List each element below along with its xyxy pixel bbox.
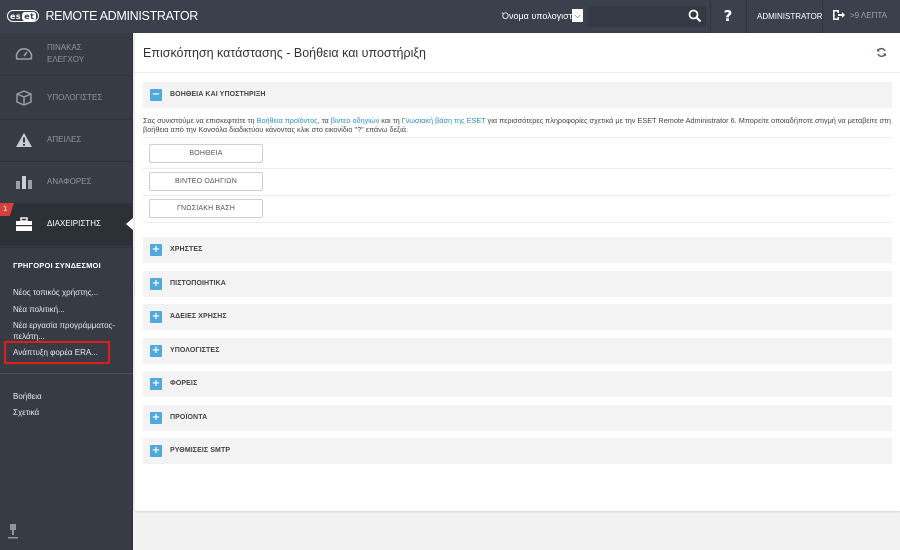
search-scope-label: Όνομα υπολογιστή [502,11,578,21]
sidebar-link-help[interactable]: Βοήθεια [13,391,123,402]
video-tutorials-link[interactable]: βίντεο οδηγιών [331,116,379,125]
sidebar-item-reports[interactable]: ΑΝΑΦΟΡΕΣ [0,161,133,204]
section-label: ΒΟΗΘΕΙΑ ΚΑΙ ΥΠΟΣΤΗΡΙΞΗ [170,91,266,98]
computers-cube-icon [14,88,34,108]
divider [143,222,892,223]
intro-text: Σας συνιστούμε να επισκεφτείτε τη [143,116,257,125]
sidebar-item-label: ΑΠΕΙΛΕΣ [47,135,82,144]
divider [746,0,747,33]
quick-link-new-local-user[interactable]: Νέος τοπικός χρήστης... [13,287,123,298]
reports-bar-icon [14,172,34,192]
quick-link-new-policy[interactable]: Νέα πολιτική... [13,304,123,315]
quick-links-title: ΓΡΗΓΟΡΟΙ ΣΥΝΔΕΣΜΟΙ [13,261,101,270]
expand-icon[interactable]: + [150,378,162,390]
active-pointer [126,218,133,230]
top-bar: es et REMOTE ADMINISTRATOR Όνομα υπολογισ… [0,0,900,33]
sidebar-item-label: ΑΝΑΦΟΡΕΣ [47,177,92,186]
sidebar-item-computers[interactable]: ΥΠΟΛΟΓΙΣΤΕΣ [0,77,133,120]
intro-text: , τα [317,116,331,125]
search-scope-dropdown[interactable]: ⌵ [572,9,583,22]
app-title: REMOTE ADMINISTRATOR [45,9,199,23]
divider [0,247,133,248]
section-products[interactable]: + ΠΡΟΪΟΝΤΑ [143,405,892,431]
section-label: ΆΔΕΙΕΣ ΧΡΗΣΗΣ [170,313,227,320]
quick-link-new-client-task[interactable]: Νέα εργασία προγράμματος-πελάτη... [13,320,123,342]
sidebar-item-label: ΔΙΑΧΕΙΡΙΣΤΗΣ [47,219,101,228]
help-button[interactable]: ? [718,7,738,25]
section-label: ΠΙΣΤΟΠΟΙΗΤΙΚΑ [170,280,226,287]
help-intro-text: Σας συνιστούμε να επισκεφτείτε τη Βοήθει… [143,116,892,134]
sidebar-item-dashboard[interactable]: ΠΙΝΑΚΑΣ ΕΛΕΓΧΟΥ [0,33,133,76]
search-icon[interactable] [688,9,702,23]
page-header: Επισκόπηση κατάστασης - Βοήθεια και υποσ… [135,33,900,73]
intro-text: και τη [379,116,402,125]
section-licenses[interactable]: + ΆΔΕΙΕΣ ΧΡΗΣΗΣ [143,304,892,330]
pin-sidebar-icon[interactable] [8,524,18,540]
divider [143,137,892,138]
section-label: ΠΡΟΪΟΝΤΑ [170,414,208,421]
expand-icon[interactable]: + [150,244,162,256]
sidebar-item-label: ΠΙΝΑΚΑΣ ΕΛΕΓΧΟΥ [47,43,85,64]
section-label: ΦΟΡΕΙΣ [170,380,198,387]
refresh-icon[interactable] [876,47,887,58]
sidebar-link-about[interactable]: Σχετικά [13,407,123,418]
expand-icon[interactable]: + [150,278,162,290]
divider [822,0,823,33]
divider [710,0,711,33]
divider [143,195,892,196]
section-certificates[interactable]: + ΠΙΣΤΟΠΟΙΗΤΙΚΑ [143,271,892,297]
logout-icon [833,10,845,20]
main-panel: Επισκόπηση κατάστασης - Βοήθεια και υποσ… [135,33,900,511]
product-help-link[interactable]: Βοήθεια προϊόντος [257,116,318,125]
dashboard-icon [14,44,34,64]
sidebar-item-admin[interactable]: 1 ΔΙΑΧΕΙΡΙΣΤΗΣ [0,203,133,246]
expand-icon[interactable]: + [150,412,162,424]
divider [143,168,892,169]
section-smtp-settings[interactable]: + ΡΥΘΜΙΣΕΙΣ SMTP [143,438,892,464]
expand-icon[interactable]: + [150,345,162,357]
section-help-support[interactable]: − ΒΟΗΘΕΙΑ ΚΑΙ ΥΠΟΣΤΗΡΙΞΗ [143,82,892,108]
notification-badge: 1 [0,203,14,216]
section-label: ΧΡΗΣΤΕΣ [170,246,203,253]
user-menu-button[interactable]: ADMINISTRATOR [757,12,822,21]
expand-icon[interactable]: + [150,445,162,457]
collapse-icon[interactable]: − [150,89,162,101]
divider [0,373,133,374]
video-tutorials-button[interactable]: ΒΙΝΤΕΟ ΟΔΗΓΙΩΝ [149,172,263,191]
logout-button[interactable]: >9 ΛΕΠΤΑ [832,9,887,21]
eset-logo-badge: es et [7,10,40,22]
sidebar-item-label: ΥΠΟΛΟΓΙΣΤΕΣ [47,93,103,102]
highlight-box [4,341,110,364]
eset-logo: es et REMOTE ADMINISTRATOR [7,9,198,23]
session-timeout-label: >9 ΛΕΠΤΑ [850,10,887,20]
help-button[interactable]: ΒΟΗΘΕΙΑ [149,144,263,163]
page-title: Επισκόπηση κατάστασης - Βοήθεια και υποσ… [143,46,426,60]
sidebar-item-threats[interactable]: ΑΠΕΙΛΕΣ [0,119,133,162]
threats-warning-icon [14,130,34,150]
admin-briefcase-icon [14,214,34,234]
section-label: ΡΥΘΜΙΣΕΙΣ SMTP [170,447,231,454]
knowledge-base-button[interactable]: ΓΝΩΣΙΑΚΗ ΒΑΣΗ [149,199,263,218]
knowledge-base-link[interactable]: Γνωσιακή βάση της ESET [402,116,486,125]
section-label: ΥΠΟΛΟΓΙΣΤΕΣ [170,347,220,354]
expand-icon[interactable]: + [150,311,162,323]
section-agents[interactable]: + ΦΟΡΕΙΣ [143,371,892,397]
section-computers[interactable]: + ΥΠΟΛΟΓΙΣΤΕΣ [143,338,892,364]
section-users[interactable]: + ΧΡΗΣΤΕΣ [143,237,892,263]
